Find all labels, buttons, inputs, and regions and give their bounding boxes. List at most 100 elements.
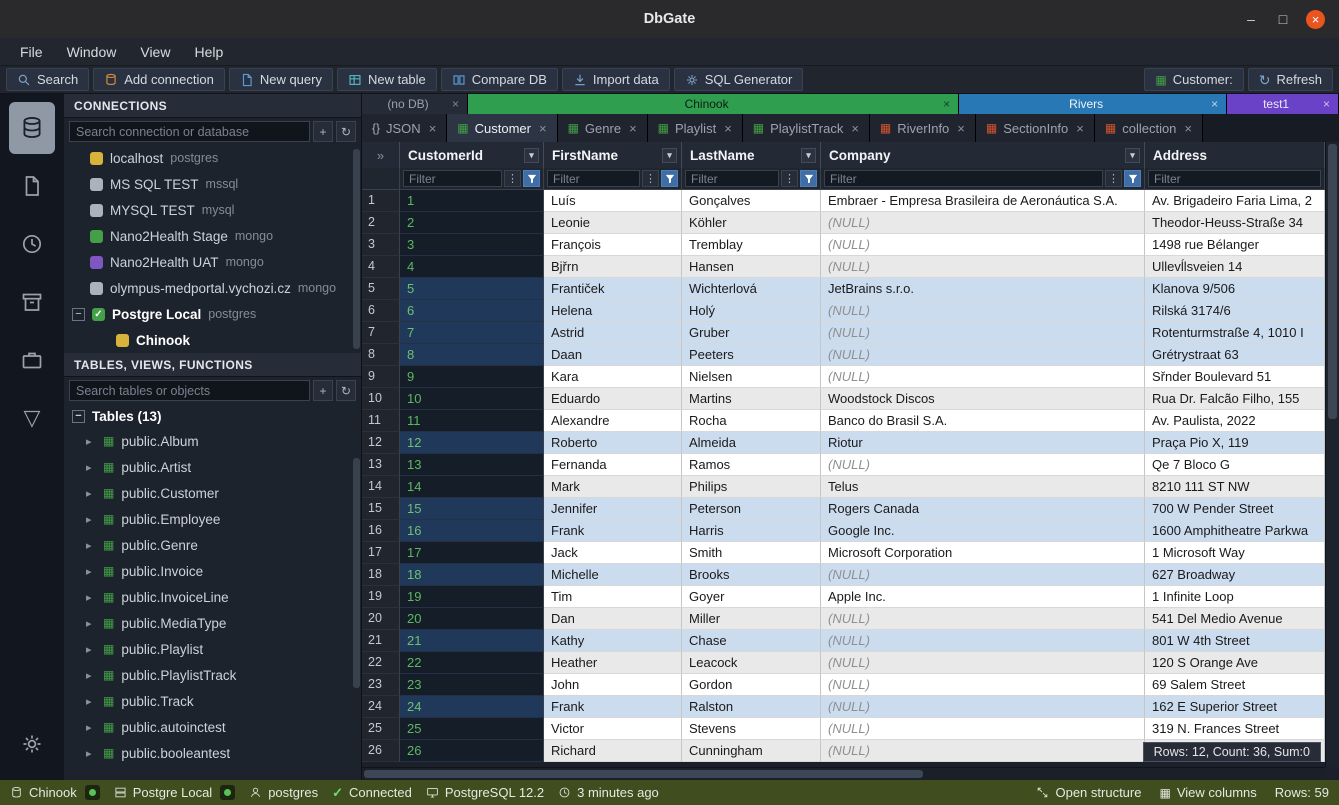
- table-item[interactable]: ▸ ▦ public.booleantest: [64, 740, 361, 766]
- cell-address[interactable]: Rua Dr. Falcão Filho, 155: [1145, 388, 1325, 410]
- connection-item[interactable]: − ✓ olympus-medportal.vychozi.cz mongo: [64, 275, 361, 301]
- cell-customerid[interactable]: 7: [400, 322, 544, 344]
- sql-generator-button[interactable]: SQL Generator: [674, 68, 804, 91]
- table-row[interactable]: 25 25 Victor Stevens (NULL) 319 N. Franc…: [362, 718, 1325, 740]
- table-item[interactable]: ▸ ▦ public.Customer: [64, 480, 361, 506]
- current-table-button[interactable]: ▦ Customer:: [1144, 68, 1243, 91]
- connection-item[interactable]: − ✓ localhost postgres: [64, 145, 361, 171]
- cell-address[interactable]: 1 Infinite Loop: [1145, 586, 1325, 608]
- cell-firstname[interactable]: Roberto: [544, 432, 682, 454]
- database-tab[interactable]: Chinook ×: [468, 94, 959, 114]
- close-icon[interactable]: ×: [1076, 121, 1084, 136]
- table-row[interactable]: 18 18 Michelle Brooks (NULL) 627 Broadwa…: [362, 564, 1325, 586]
- row-number[interactable]: 11: [362, 410, 400, 432]
- cell-company[interactable]: (NULL): [821, 300, 1145, 322]
- cell-firstname[interactable]: Jack: [544, 542, 682, 564]
- cell-company[interactable]: (NULL): [821, 740, 1145, 762]
- cell-lastname[interactable]: Rocha: [682, 410, 821, 432]
- cell-lastname[interactable]: Ramos: [682, 454, 821, 476]
- cell-lastname[interactable]: Nielsen: [682, 366, 821, 388]
- cell-address[interactable]: 700 W Pender Street: [1145, 498, 1325, 520]
- close-icon[interactable]: ×: [724, 121, 732, 136]
- connections-scrollbar-thumb[interactable]: [353, 149, 360, 349]
- filter-menu-button[interactable]: ⋮: [642, 170, 659, 187]
- rail-briefcase-button[interactable]: [9, 334, 55, 386]
- close-icon[interactable]: ×: [943, 97, 950, 111]
- scrollbar-thumb[interactable]: [364, 770, 923, 778]
- file-tab[interactable]: ▦ Genre ×: [558, 114, 648, 142]
- file-tab[interactable]: {} JSON ×: [362, 114, 447, 142]
- table-row[interactable]: 10 10 Eduardo Martins Woodstock Discos R…: [362, 388, 1325, 410]
- table-row[interactable]: 7 7 Astrid Gruber (NULL) Rotenturmstraße…: [362, 322, 1325, 344]
- table-item[interactable]: ▸ ▦ public.Invoice: [64, 558, 361, 584]
- filter-funnel-button[interactable]: [661, 170, 678, 187]
- expand-all-button[interactable]: »: [362, 142, 400, 168]
- cell-company[interactable]: Embraer - Empresa Brasileira de Aeronáut…: [821, 190, 1145, 212]
- cell-firstname[interactable]: Dan: [544, 608, 682, 630]
- cell-firstname[interactable]: Fernanda: [544, 454, 682, 476]
- refresh-button[interactable]: ↻ Refresh: [1248, 68, 1333, 91]
- cell-lastname[interactable]: Wichterlová: [682, 278, 821, 300]
- table-item[interactable]: ▸ ▦ public.Artist: [64, 454, 361, 480]
- cell-address[interactable]: Ullevĺlsveien 14: [1145, 256, 1325, 278]
- cell-customerid[interactable]: 6: [400, 300, 544, 322]
- cell-firstname[interactable]: Daan: [544, 344, 682, 366]
- menu-item[interactable]: File: [10, 41, 53, 63]
- row-number[interactable]: 19: [362, 586, 400, 608]
- file-tab[interactable]: ▦ RiverInfo ×: [870, 114, 976, 142]
- cell-customerid[interactable]: 21: [400, 630, 544, 652]
- table-row[interactable]: 17 17 Jack Smith Microsoft Corporation 1…: [362, 542, 1325, 564]
- cell-firstname[interactable]: Alexandre: [544, 410, 682, 432]
- cell-customerid[interactable]: 18: [400, 564, 544, 586]
- close-icon[interactable]: ×: [452, 97, 459, 111]
- cell-company[interactable]: Apple Inc.: [821, 586, 1145, 608]
- cell-firstname[interactable]: Helena: [544, 300, 682, 322]
- cell-firstname[interactable]: Michelle: [544, 564, 682, 586]
- connection-item[interactable]: − ✓ Nano2Health UAT mongo: [64, 249, 361, 275]
- chevron-right-icon[interactable]: ▸: [86, 461, 96, 474]
- column-header-address[interactable]: Address: [1145, 142, 1325, 168]
- chevron-right-icon[interactable]: ▸: [86, 669, 96, 682]
- cell-lastname[interactable]: Brooks: [682, 564, 821, 586]
- chevron-right-icon[interactable]: ▸: [86, 747, 96, 760]
- cell-customerid[interactable]: 2: [400, 212, 544, 234]
- cell-address[interactable]: Sřnder Boulevard 51: [1145, 366, 1325, 388]
- cell-address[interactable]: Rotenturmstraße 4, 1010 I: [1145, 322, 1325, 344]
- cell-address[interactable]: 1498 rue Bélanger: [1145, 234, 1325, 256]
- new-query-button[interactable]: New query: [229, 68, 333, 91]
- chevron-right-icon[interactable]: ▸: [86, 721, 96, 734]
- connection-item[interactable]: − ✓ MS SQL TEST mssql: [64, 171, 361, 197]
- cell-lastname[interactable]: Martins: [682, 388, 821, 410]
- add-connection-button[interactable]: Add connection: [93, 68, 225, 91]
- cell-address[interactable]: 8210 111 ST NW: [1145, 476, 1325, 498]
- chevron-right-icon[interactable]: ▸: [86, 643, 96, 656]
- chevron-right-icon[interactable]: ▸: [86, 591, 96, 604]
- row-number[interactable]: 3: [362, 234, 400, 256]
- cell-company[interactable]: (NULL): [821, 454, 1145, 476]
- cell-lastname[interactable]: Miller: [682, 608, 821, 630]
- cell-customerid[interactable]: 17: [400, 542, 544, 564]
- table-row[interactable]: 23 23 John Gordon (NULL) 69 Salem Street: [362, 674, 1325, 696]
- tables-scrollbar-thumb[interactable]: [353, 458, 360, 688]
- cell-firstname[interactable]: Eduardo: [544, 388, 682, 410]
- cell-company[interactable]: (NULL): [821, 718, 1145, 740]
- table-row[interactable]: 4 4 Bjřrn Hansen (NULL) Ullevĺlsveien 14: [362, 256, 1325, 278]
- row-number[interactable]: 7: [362, 322, 400, 344]
- file-tab[interactable]: ▦ Playlist ×: [648, 114, 743, 142]
- menu-item[interactable]: View: [130, 41, 180, 63]
- rail-filter-button[interactable]: ▽: [9, 392, 55, 444]
- close-icon[interactable]: ×: [957, 121, 965, 136]
- cell-firstname[interactable]: Tim: [544, 586, 682, 608]
- filter-menu-button[interactable]: ⋮: [781, 170, 798, 187]
- filter-menu-button[interactable]: ⋮: [504, 170, 521, 187]
- rail-settings-button[interactable]: [9, 718, 55, 770]
- tables-search-input[interactable]: [69, 380, 310, 401]
- table-row[interactable]: 15 15 Jennifer Peterson Rogers Canada 70…: [362, 498, 1325, 520]
- table-item[interactable]: ▸ ▦ public.Track: [64, 688, 361, 714]
- close-icon[interactable]: ×: [1184, 121, 1192, 136]
- connection-item[interactable]: − ✓ MYSQL TEST mysql: [64, 197, 361, 223]
- row-number[interactable]: 12: [362, 432, 400, 454]
- cell-customerid[interactable]: 9: [400, 366, 544, 388]
- menu-item[interactable]: Window: [57, 41, 127, 63]
- filter-menu-button[interactable]: ⋮: [1105, 170, 1122, 187]
